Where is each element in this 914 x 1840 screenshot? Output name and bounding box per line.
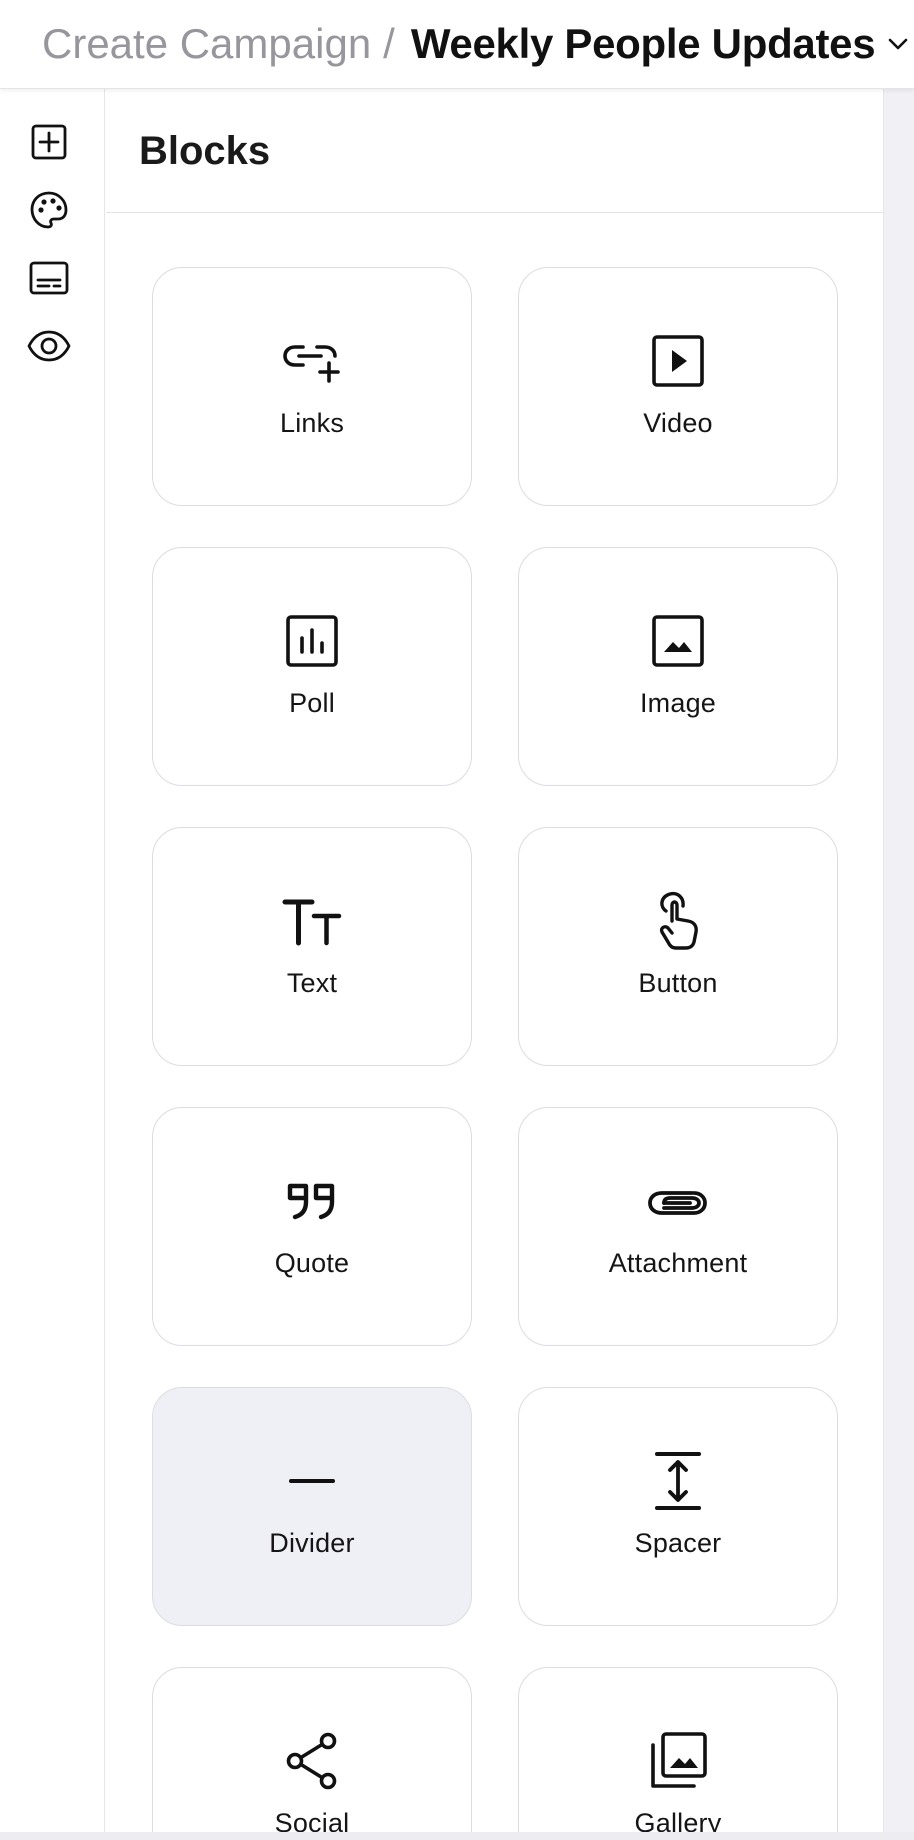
block-card-quote[interactable]: Quote (152, 1107, 472, 1346)
block-label: Poll (289, 688, 335, 718)
bottom-edge (0, 1832, 914, 1840)
block-label: Text (286, 968, 338, 998)
block-label: Divider (269, 1528, 355, 1558)
palette-icon (29, 190, 69, 230)
block-card-spacer[interactable]: Spacer (518, 1387, 838, 1626)
block-card-social[interactable]: Social (152, 1667, 472, 1840)
text-size-icon (279, 888, 345, 954)
block-card-divider[interactable]: Divider (152, 1387, 472, 1626)
gallery-icon (645, 1728, 711, 1794)
panel-title: Blocks (139, 129, 271, 173)
breadcrumb-parent[interactable]: Create Campaign (42, 20, 371, 68)
rail-preview-button[interactable] (26, 323, 72, 369)
hand-pointer-icon (645, 888, 711, 954)
panel-divider (106, 212, 884, 213)
block-card-text[interactable]: Text (152, 827, 472, 1066)
rail-theme-button[interactable] (26, 187, 72, 233)
top-header: Create Campaign / Weekly People Updates (0, 0, 914, 89)
block-label: Button (638, 968, 718, 998)
rail-footer-button[interactable] (26, 255, 72, 301)
layout-footer-icon (29, 260, 69, 296)
block-card-attachment[interactable]: Attachment (518, 1107, 838, 1346)
block-card-links[interactable]: Links (152, 267, 472, 506)
chevron-down-icon[interactable] (885, 31, 911, 57)
block-label: Spacer (634, 1528, 722, 1558)
divider-icon (279, 1448, 345, 1514)
block-label: Links (279, 408, 345, 438)
block-label: Attachment (608, 1248, 748, 1278)
breadcrumb-separator: / (383, 20, 395, 67)
video-icon (645, 328, 711, 394)
block-card-poll[interactable]: Poll (152, 547, 472, 786)
share-icon (279, 1728, 345, 1794)
block-card-button[interactable]: Button (518, 827, 838, 1066)
poll-icon (279, 608, 345, 674)
left-tool-rail (0, 89, 105, 1840)
link-add-icon (279, 328, 345, 394)
campaign-title[interactable]: Weekly People Updates (411, 20, 876, 68)
block-label: Video (643, 408, 713, 438)
add-square-icon (30, 123, 68, 161)
eye-icon (27, 330, 71, 362)
campaign-editor: Create Campaign / Weekly People Updates (0, 0, 914, 1840)
block-card-gallery[interactable]: Gallery (518, 1667, 838, 1840)
block-card-image[interactable]: Image (518, 547, 838, 786)
quote-icon (279, 1168, 345, 1234)
block-label: Image (639, 688, 717, 718)
canvas-edge (884, 89, 914, 1840)
block-label: Quote (274, 1248, 350, 1278)
image-icon (645, 608, 711, 674)
blocks-panel: Blocks Links Video Poll Image Text Butto… (106, 89, 884, 1840)
paperclip-icon (645, 1168, 711, 1234)
rail-add-block-button[interactable] (26, 119, 72, 165)
spacer-icon (645, 1448, 711, 1514)
block-card-video[interactable]: Video (518, 267, 838, 506)
